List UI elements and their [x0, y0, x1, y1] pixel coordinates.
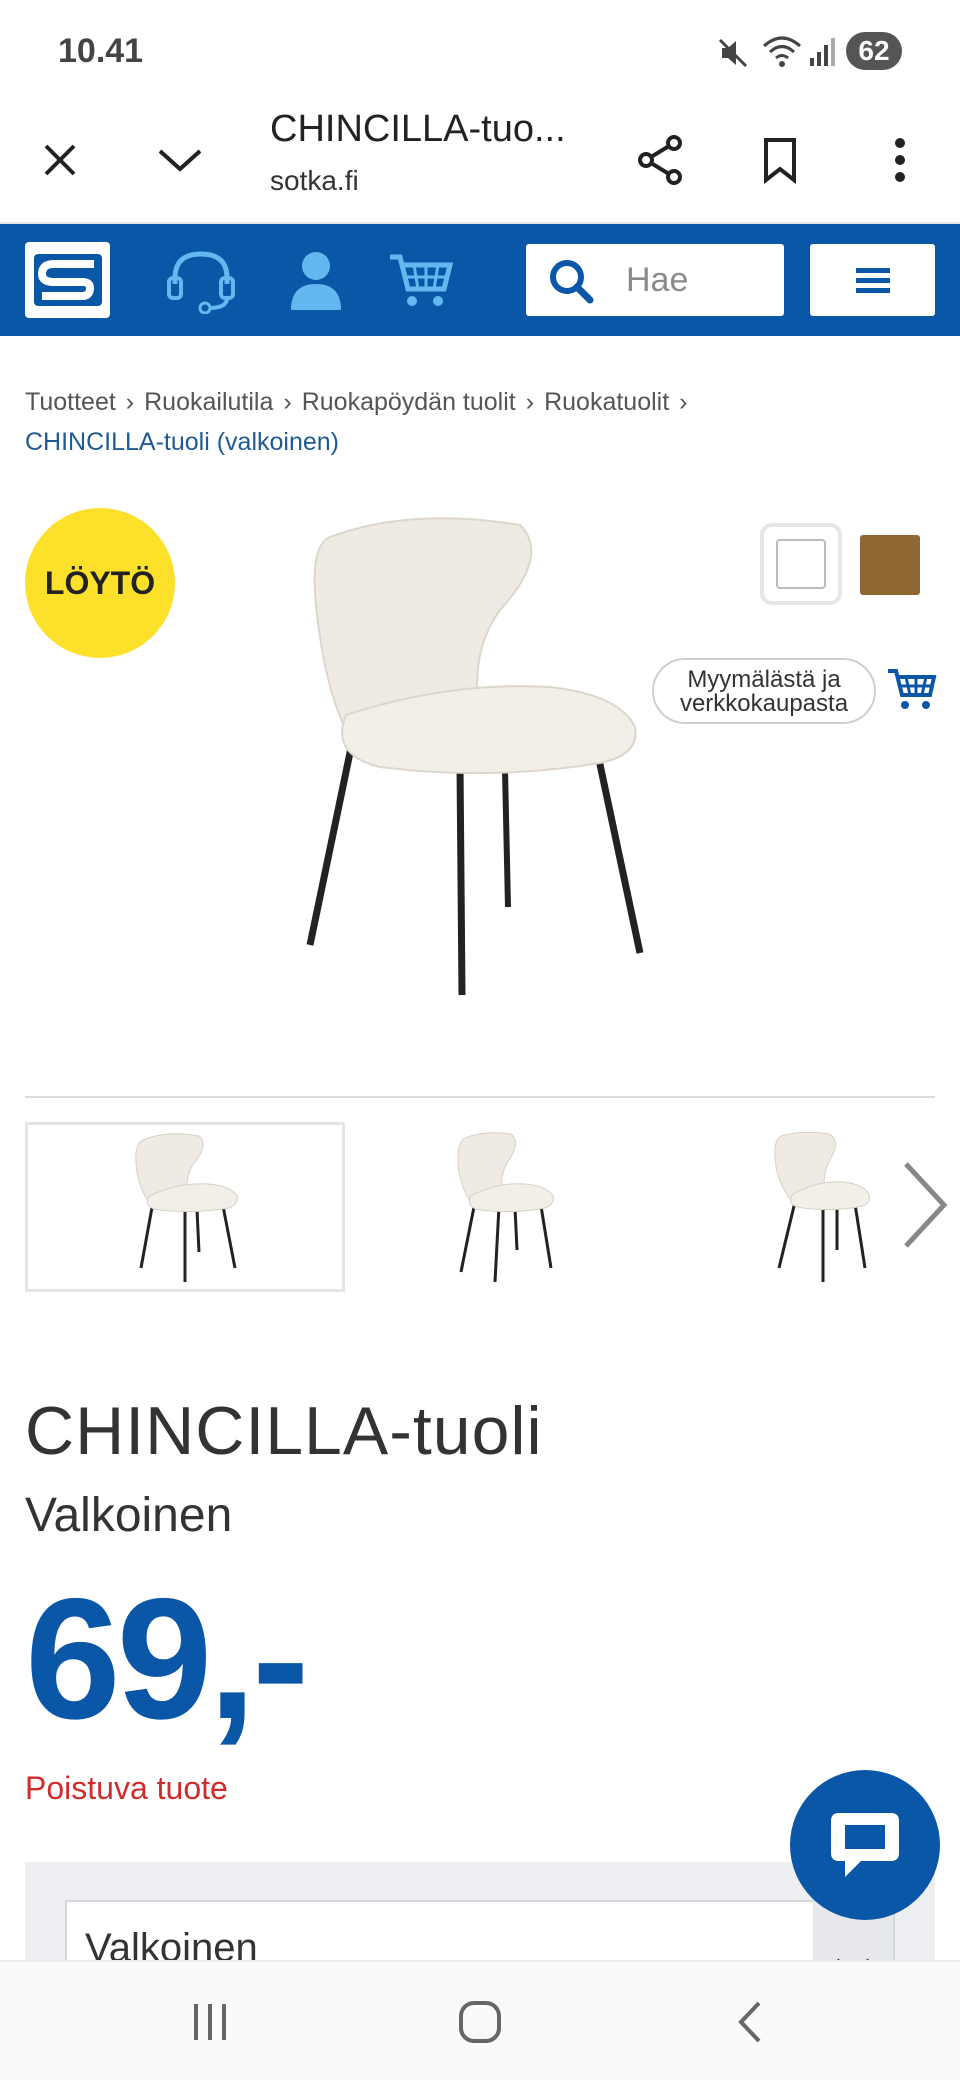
- wifi-icon: [762, 34, 802, 73]
- breadcrumb-separator: ›: [125, 388, 135, 416]
- site-header: Hae: [0, 224, 960, 336]
- search-box[interactable]: Hae: [526, 244, 784, 316]
- product-main-image[interactable]: [290, 515, 670, 1015]
- shopping-cart-icon[interactable]: [386, 246, 456, 316]
- cart-availability-icon: [886, 665, 938, 718]
- breadcrumb-separator: ›: [525, 388, 535, 416]
- status-bar: 10.41 62: [0, 0, 960, 100]
- url-domain[interactable]: sotka.fi: [270, 165, 359, 197]
- chevron-down-icon[interactable]: [148, 128, 212, 192]
- home-icon[interactable]: [450, 1992, 510, 2052]
- back-icon[interactable]: [720, 1992, 780, 2052]
- product-color: Valkoinen: [25, 1489, 233, 1542]
- search-icon[interactable]: [548, 258, 594, 309]
- menu-button[interactable]: [810, 244, 935, 316]
- product-name: CHINCILLA-tuoli: [25, 1393, 543, 1469]
- close-icon[interactable]: [28, 128, 92, 192]
- breadcrumb-current[interactable]: CHINCILLA-tuoli (valkoinen): [25, 428, 339, 456]
- product-status: Poistuva tuote: [25, 1770, 228, 1806]
- divider: [25, 1096, 935, 1098]
- availability-badge: Myymälästä ja verkkokaupasta: [652, 658, 876, 724]
- system-nav-bar: [0, 1960, 960, 2080]
- page-title: CHINCILLA-tuo...: [270, 108, 566, 150]
- hamburger-icon: [855, 268, 890, 293]
- breadcrumb-item[interactable]: Tuotteet: [25, 388, 116, 416]
- s-logo[interactable]: [25, 242, 110, 318]
- recent-apps-icon[interactable]: [180, 1992, 240, 2052]
- product-price: 69,-: [25, 1563, 309, 1755]
- breadcrumb-separator: ›: [283, 388, 292, 416]
- color-swatch-white[interactable]: [760, 523, 842, 605]
- swatch-white-fill: [776, 539, 826, 589]
- breadcrumb-item[interactable]: Ruokatuolit: [544, 388, 669, 416]
- signal-icon: [808, 34, 838, 73]
- chat-button[interactable]: [790, 1770, 940, 1920]
- search-input[interactable]: Hae: [626, 261, 688, 300]
- thumbnail-1[interactable]: [25, 1122, 345, 1292]
- battery-indicator: 62: [846, 32, 902, 70]
- breadcrumb-item[interactable]: Ruokailutila: [144, 388, 273, 416]
- chevron-right-icon[interactable]: [900, 1160, 950, 1255]
- page: 10.41 62 CHINCILLA-tuo... sotka.fi Hae T…: [0, 0, 960, 2080]
- mute-icon: [716, 36, 750, 75]
- clock: 10.41: [58, 32, 144, 70]
- user-account-icon[interactable]: [286, 246, 346, 316]
- more-options-icon[interactable]: [868, 128, 932, 192]
- share-icon[interactable]: [628, 128, 692, 192]
- bookmark-icon[interactable]: [748, 128, 812, 192]
- customer-service-icon[interactable]: [158, 246, 244, 316]
- breadcrumb-item[interactable]: Ruokapöydän tuolit: [302, 388, 516, 416]
- color-swatch-brown[interactable]: [860, 535, 920, 595]
- breadcrumb-separator: ›: [679, 388, 688, 416]
- chat-icon: [831, 1813, 899, 1877]
- thumbnail-2[interactable]: [345, 1122, 665, 1292]
- breadcrumb: Tuotteet › Ruokailutila › Ruokapöydän tuolit…: [25, 382, 945, 462]
- loyto-badge: LÖYTÖ: [25, 508, 175, 658]
